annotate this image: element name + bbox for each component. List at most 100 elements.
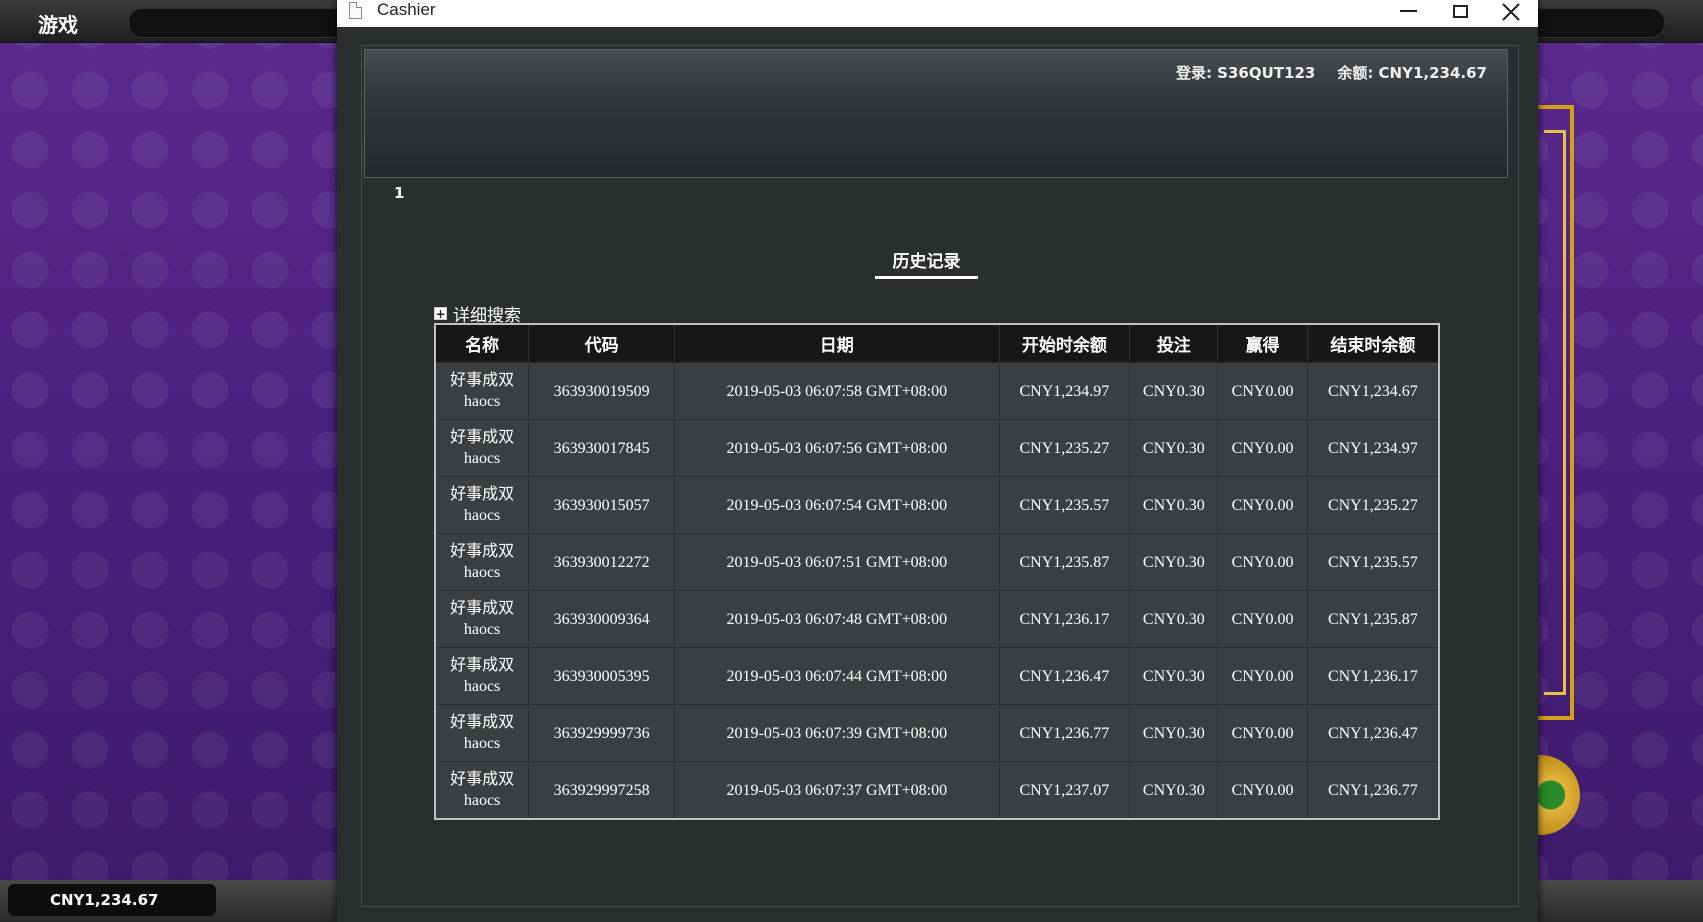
game-name-en: haocs [463, 735, 501, 752]
bet-cell: CNY0.30 [1129, 647, 1219, 705]
gold-frame-inner-decoration [1544, 130, 1566, 695]
end-balance-cell: CNY1,235.27 [1307, 476, 1440, 534]
win-cell: CNY0.00 [1217, 476, 1308, 534]
maximize-icon [1452, 4, 1468, 18]
close-icon [1502, 3, 1520, 21]
start-balance-cell: CNY1,236.17 [999, 590, 1131, 648]
bet-cell: CNY0.30 [1129, 419, 1219, 477]
bet-cell: CNY0.30 [1129, 533, 1219, 591]
minimize-icon [1399, 10, 1417, 12]
start-balance-cell: CNY1,234.97 [999, 362, 1131, 420]
code-cell: 363930005395 [528, 647, 676, 705]
bet-cell: CNY0.30 [1129, 362, 1219, 420]
close-button[interactable] [1488, 0, 1534, 24]
win-cell: CNY0.00 [1217, 761, 1308, 819]
table-header-row: 名称 代码 日期 开始时余额 投注 赢得 结束时余额 [435, 324, 1440, 363]
date-cell: 2019-05-03 06:07:37 GMT+08:00 [674, 761, 1000, 819]
column-header: 赢得 [1217, 324, 1308, 363]
game-name-en: haocs [463, 792, 501, 809]
start-balance-cell: CNY1,235.27 [999, 419, 1131, 477]
cashier-content: 登录: S36QUT123 余额: CNY1,234.67 1 历史记录 + 详细… [361, 45, 1519, 907]
cashier-window: Cashier 登录: S36QUT123 余额: CNY1,234.67 1 历… [337, 0, 1538, 922]
code-cell: 363930009364 [528, 590, 676, 648]
end-balance-cell: CNY1,235.87 [1307, 590, 1440, 648]
win-cell: CNY0.00 [1217, 704, 1308, 762]
game-name-en: haocs [463, 393, 501, 410]
game-name-en: haocs [463, 564, 501, 581]
document-icon [349, 2, 362, 19]
game-name-cn: 好事成双 [450, 657, 515, 674]
game-name-cell: 好事成双 haocs [435, 647, 530, 705]
table-row[interactable]: 好事成双 haocs 363930017845 2019-05-03 06:07:… [435, 419, 1440, 477]
game-name-cn: 好事成双 [450, 714, 515, 731]
game-name-cell: 好事成双 haocs [435, 533, 530, 591]
code-cell: 363930017845 [528, 419, 676, 477]
game-name-cn: 好事成双 [450, 486, 515, 503]
date-cell: 2019-05-03 06:07:56 GMT+08:00 [674, 419, 1000, 477]
column-header: 日期 [674, 324, 1000, 363]
table-row[interactable]: 好事成双 haocs 363929999736 2019-05-03 06:07:… [435, 704, 1440, 762]
win-cell: CNY0.00 [1217, 590, 1308, 648]
column-header: 结束时余额 [1307, 324, 1440, 363]
end-balance-cell: CNY1,236.77 [1307, 761, 1440, 819]
win-cell: CNY0.00 [1217, 419, 1308, 477]
table-row[interactable]: 好事成双 haocs 363929997258 2019-05-03 06:07:… [435, 761, 1440, 819]
game-balance: CNY1,234.67 [8, 884, 216, 916]
game-name-cell: 好事成双 haocs [435, 362, 530, 420]
minimize-button[interactable] [1385, 0, 1431, 24]
code-cell: 363929999736 [528, 704, 676, 762]
start-balance-cell: CNY1,235.57 [999, 476, 1131, 534]
bet-cell: CNY0.30 [1129, 476, 1219, 534]
game-name-cn: 好事成双 [450, 372, 515, 389]
date-cell: 2019-05-03 06:07:48 GMT+08:00 [674, 590, 1000, 648]
game-name-cn: 好事成双 [450, 429, 515, 446]
end-balance-cell: CNY1,236.17 [1307, 647, 1440, 705]
tab-history[interactable]: 历史记录 [875, 249, 978, 279]
game-name-cell: 好事成双 haocs [435, 761, 530, 819]
column-header: 投注 [1129, 324, 1219, 363]
game-name-cn: 好事成双 [450, 771, 515, 788]
game-name-cell: 好事成双 haocs [435, 590, 530, 648]
end-balance-cell: CNY1,234.67 [1307, 362, 1440, 420]
column-header: 开始时余额 [999, 324, 1131, 363]
start-balance-cell: CNY1,237.07 [999, 761, 1131, 819]
table-row[interactable]: 好事成双 haocs 363930009364 2019-05-03 06:07:… [435, 590, 1440, 648]
start-balance-cell: CNY1,236.77 [999, 704, 1131, 762]
game-name-cell: 好事成双 haocs [435, 476, 530, 534]
bet-cell: CNY0.30 [1129, 704, 1219, 762]
game-name-cn: 好事成双 [450, 543, 515, 560]
window-title: Cashier [377, 0, 436, 19]
end-balance-cell: CNY1,235.57 [1307, 533, 1440, 591]
date-cell: 2019-05-03 06:07:44 GMT+08:00 [674, 647, 1000, 705]
game-name-en: haocs [463, 450, 501, 467]
start-balance-cell: CNY1,235.87 [999, 533, 1131, 591]
win-cell: CNY0.00 [1217, 533, 1308, 591]
table-row[interactable]: 好事成双 haocs 363930019509 2019-05-03 06:07:… [435, 362, 1440, 420]
balance-label: 余额: CNY1,234.67 [1337, 64, 1487, 82]
game-name-cell: 好事成双 haocs [435, 419, 530, 477]
maximize-button[interactable] [1437, 0, 1483, 24]
code-cell: 363930015057 [528, 476, 676, 534]
win-cell: CNY0.00 [1217, 362, 1308, 420]
table-row[interactable]: 好事成双 haocs 363930012272 2019-05-03 06:07:… [435, 533, 1440, 591]
bet-cell: CNY0.30 [1129, 590, 1219, 648]
date-cell: 2019-05-03 06:07:54 GMT+08:00 [674, 476, 1000, 534]
history-table: 名称 代码 日期 开始时余额 投注 赢得 结束时余额 好事成双 haocs 363… [434, 323, 1440, 820]
end-balance-cell: CNY1,236.47 [1307, 704, 1440, 762]
game-name-en: haocs [463, 621, 501, 638]
end-balance-cell: CNY1,234.97 [1307, 419, 1440, 477]
win-cell: CNY0.00 [1217, 647, 1308, 705]
game-name-cn: 好事成双 [450, 600, 515, 617]
table-row[interactable]: 好事成双 haocs 363930015057 2019-05-03 06:07:… [435, 476, 1440, 534]
game-name-en: haocs [463, 507, 501, 524]
plus-icon: + [434, 307, 447, 321]
login-label: 登录: S36QUT123 [1175, 64, 1316, 82]
page-number[interactable]: 1 [394, 184, 404, 202]
table-row[interactable]: 好事成双 haocs 363930005395 2019-05-03 06:07:… [435, 647, 1440, 705]
game-name-cell: 好事成双 haocs [435, 704, 530, 762]
date-cell: 2019-05-03 06:07:58 GMT+08:00 [674, 362, 1000, 420]
bet-cell: CNY0.30 [1129, 761, 1219, 819]
code-cell: 363930012272 [528, 533, 676, 591]
game-title: 游戏 [38, 13, 78, 37]
column-header: 名称 [435, 324, 530, 363]
